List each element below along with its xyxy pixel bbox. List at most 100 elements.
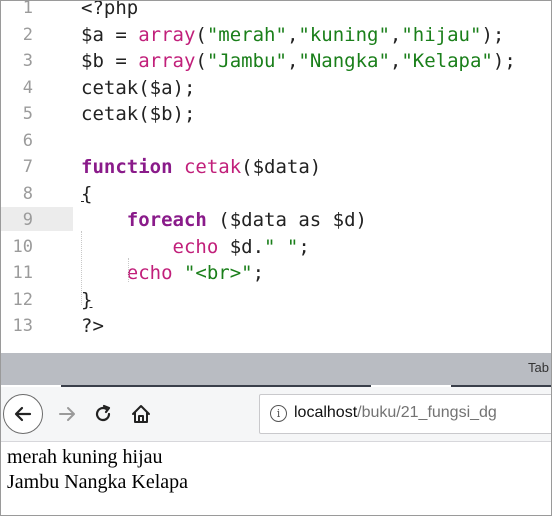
code-token: "Jambu" [206,50,287,72]
code-text: $a = array("merah","kuning","hijau"); [81,22,504,48]
code-token: cetak($a); [81,76,196,99]
code-token: , [286,50,299,72]
code-token: ($data) [241,156,322,178]
code-token: echo [126,262,173,284]
code-line[interactable]: 7 function cetak($data) [1,154,551,180]
line-number: 8 [22,183,33,204]
code-line[interactable]: 6 [1,128,551,154]
back-arrow-icon[interactable] [3,394,43,434]
url-text: localhost/buku/21_fungsi_dg [294,404,497,422]
output-line: merah kuning hijau [7,446,163,468]
code-line[interactable]: 11 echo "<br>"; [1,260,551,286]
code-line[interactable]: 10 echo $d." "; [1,234,551,260]
code-text: function cetak($data) [81,154,321,180]
code-token: <?php [81,1,139,19]
code-text: cetak($a); [81,75,195,101]
code-token: ( [195,50,207,72]
code-token: echo [172,235,219,258]
code-token: array [138,23,196,46]
line-number: 11 [12,263,33,283]
code-line[interactable]: 9 foreach ($data as $d) [1,207,551,233]
code-token: , [286,23,299,46]
code-token: , [389,50,402,72]
code-token: ); [492,50,516,72]
code-text: } [81,287,92,313]
code-text: echo "<br>"; [81,260,264,286]
code-token: ); [481,23,505,46]
line-number: 5 [22,104,33,124]
code-token: $a = [81,23,139,46]
url-path: /buku/21_fungsi_dg [357,404,497,421]
code-token: ; [252,262,265,284]
code-line[interactable]: 4 cetak($a); [1,75,551,101]
code-token: "hijau" [401,23,482,46]
home-glyph [132,405,150,423]
code-text: <?php [81,1,138,21]
line-number: 2 [22,24,33,45]
browser-toolbar: i localhost/buku/21_fungsi_dg [1,387,551,442]
code-line[interactable]: 5 cetak($b); [1,101,551,127]
indent-guide [81,231,82,305]
code-token: "kuning" [298,23,390,46]
code-token: "Nangka" [298,50,390,72]
line-number: 13 [12,316,33,336]
forward-arrow-glyph [59,407,75,421]
editor-status-bar: Tab [1,353,551,389]
line-number: 7 [22,157,33,177]
code-token: cetak($b); [81,103,196,125]
code-text: { [81,181,92,207]
url-bar[interactable]: i localhost/buku/21_fungsi_dg [259,394,551,434]
code-line[interactable]: 2 $a = array("merah","kuning","hijau"); [1,22,551,48]
code-token: ($data as $d) [206,209,367,231]
home-icon[interactable] [123,396,159,432]
line-number: 3 [22,51,33,71]
code-token: { [81,182,93,205]
info-icon[interactable]: i [270,405,287,422]
code-line[interactable]: 8{ [1,181,551,207]
code-token: $d. [218,235,265,258]
code-token: ?> [81,315,104,337]
code-token: function [81,156,184,178]
code-editor[interactable]: 1 <?php 2 $a = array("merah","kuning","hija… [1,1,551,353]
code-line[interactable]: 1 <?php [1,1,551,21]
code-token: "<br>" [183,262,253,284]
output-line: Jambu Nangka Kelapa [7,471,189,493]
code-token: $b = [81,50,139,72]
code-token: ( [195,23,207,46]
code-token: "merah" [206,23,287,46]
code-token: ; [298,235,310,258]
forward-arrow-icon[interactable] [49,396,85,432]
code-token: foreach [126,209,207,231]
line-number: 4 [22,77,33,98]
reload-icon[interactable] [85,396,121,432]
screenshot-frame: 1 <?php 2 $a = array("merah","kuning","hija… [0,0,552,516]
line-number: 9 [22,210,33,230]
tab-size-indicator[interactable]: Tab [528,360,549,375]
code-line[interactable]: 13 ?> [1,313,551,339]
code-text: $b = array("Jambu","Nangka","Kelapa"); [81,48,516,74]
line-number: 6 [22,130,33,151]
code-token: " " [264,235,299,258]
code-token: } [81,288,93,311]
code-token: array [138,50,196,72]
code-line[interactable]: 12} [1,287,551,313]
code-token: "Kelapa" [401,50,493,72]
code-text: ?> [81,313,104,339]
code-line[interactable]: 3 $b = array("Jambu","Nangka","Kelapa"); [1,48,551,74]
line-number: 12 [12,289,33,310]
indent-guide [128,257,129,282]
line-number: 10 [12,236,33,257]
code-token: cetak [183,156,242,178]
code-token: , [389,23,402,46]
line-number: 1 [22,1,33,18]
back-arrow-glyph [14,406,32,422]
url-host: localhost [294,404,358,421]
code-text: foreach ($data as $d) [81,207,367,233]
page-content: merah kuning hijau Jambu Nangka Kelapa [1,442,551,515]
code-text: echo $d." "; [81,234,310,260]
code-text: cetak($b); [81,101,195,127]
